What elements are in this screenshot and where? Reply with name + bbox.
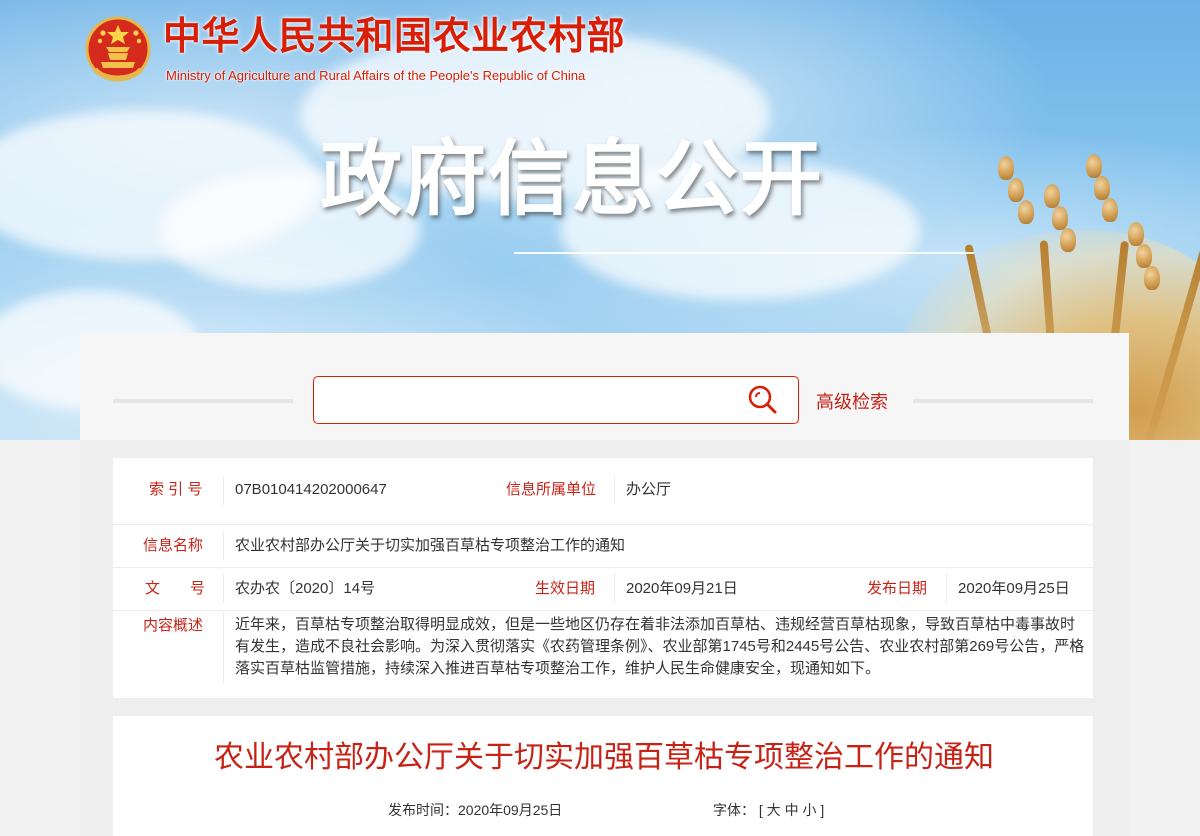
publish-time-value: 2020年09月25日 (458, 802, 563, 818)
search-icon[interactable] (746, 383, 780, 417)
divider-line (223, 531, 224, 560)
divider-line (223, 574, 224, 603)
publish-time: 发布时间：2020年09月25日 (388, 800, 588, 820)
page-title: 政府信息公开 (320, 134, 825, 225)
search-right-line (913, 399, 1093, 403)
page: 中华人民共和国农业农村部 Ministry of Agriculture and… (0, 0, 1200, 836)
document-label: 文 号 (145, 580, 206, 597)
publish-label: 发布日期 (867, 580, 928, 597)
summary-value: 近年来，百草枯专项整治取得明显成效，但是一些地区仍存在着非法添加百草枯、违规经营… (235, 616, 1085, 677)
divider-line (614, 574, 615, 603)
info-row-summary: 内容概述 近年来，百草枯专项整治取得明显成效，但是一些地区仍存在着非法添加百草枯… (113, 610, 1093, 698)
wheat-grain (1060, 228, 1076, 252)
document-value: 农办农〔2020〕14号 (235, 580, 376, 597)
national-emblem (85, 16, 151, 82)
info-row-index: 索 引 号 07B010414202000647 信息所属单位 办公厅 (113, 458, 1093, 525)
wheat-grain (1018, 200, 1034, 224)
wheat-grain (1136, 244, 1152, 268)
index-value: 07B010414202000647 (235, 481, 387, 498)
wheat-grain (1144, 266, 1160, 290)
name-value: 农业农村部办公厅关于切实加强百草枯专项整治工作的通知 (235, 537, 626, 554)
info-row-name: 信息名称 农业农村部办公厅关于切实加强百草枯专项整治工作的通知 (113, 524, 1093, 568)
search-left-line (113, 399, 293, 403)
ministry-name-en: Ministry of Agriculture and Rural Affair… (166, 68, 586, 83)
divider-line (614, 476, 615, 505)
font-size-open-bracket: [ (758, 802, 763, 818)
summary-label: 内容概述 (143, 617, 204, 634)
divider-line (223, 612, 224, 684)
ministry-name-cn: 中华人民共和国农业农村部 (163, 16, 626, 58)
unit-label: 信息所属单位 (506, 481, 597, 498)
index-label: 索 引 号 (149, 481, 203, 498)
effective-label: 生效日期 (535, 580, 596, 597)
info-card: 索 引 号 07B010414202000647 信息所属单位 办公厅 信息名称… (113, 458, 1093, 698)
article-title: 农业农村部办公厅关于切实加强百草枯专项整治工作的通知 (214, 741, 994, 774)
font-size-medium-link[interactable]: 中 (785, 800, 799, 820)
wheat-grain (1052, 206, 1068, 230)
wheat-grain (998, 156, 1014, 180)
font-size-label: 字体： (713, 802, 755, 818)
search-box (313, 376, 799, 424)
publish-value: 2020年09月25日 (958, 580, 1070, 597)
title-divider (514, 252, 974, 254)
unit-value: 办公厅 (626, 481, 672, 498)
publish-time-label: 发布时间： (388, 802, 458, 818)
wheat-grain (1086, 154, 1102, 178)
divider-line (223, 476, 224, 505)
wheat-grain (1094, 176, 1110, 200)
font-size-large-link[interactable]: 大 (767, 800, 781, 820)
divider-line (946, 574, 947, 603)
wheat-grain (1008, 178, 1024, 202)
effective-value: 2020年09月21日 (626, 580, 738, 597)
search-input[interactable] (328, 385, 742, 417)
font-size-controls: 字体： [ 大 中 小 ] (713, 800, 853, 820)
info-row-document: 文 号 农办农〔2020〕14号 生效日期 2020年09月21日 发布日期 2… (113, 567, 1093, 611)
name-label: 信息名称 (143, 537, 204, 554)
advanced-search-link[interactable]: 高级检索 (816, 388, 902, 416)
font-size-small-link[interactable]: 小 (802, 800, 816, 820)
wheat-grain (1102, 198, 1118, 222)
wheat-grain (1128, 222, 1144, 246)
wheat-grain (1044, 184, 1060, 208)
font-size-close-bracket: ] (820, 802, 825, 818)
article-panel: 农业农村部办公厅关于切实加强百草枯专项整治工作的通知 发布时间：2020年09月… (113, 716, 1093, 836)
